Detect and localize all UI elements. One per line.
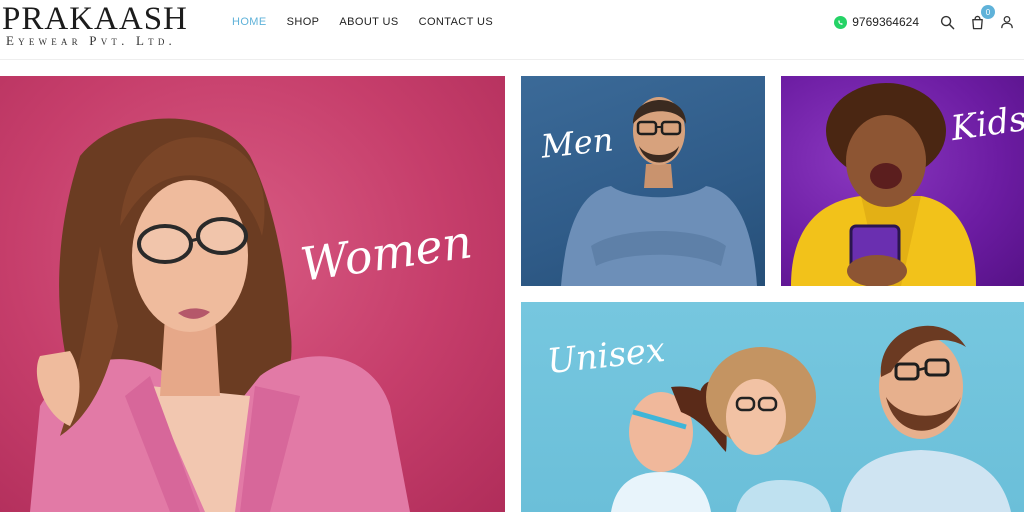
brand-name: PRAKAASH bbox=[2, 1, 188, 37]
category-tile-men[interactable]: Men bbox=[521, 76, 765, 286]
user-icon[interactable] bbox=[998, 13, 1016, 31]
whatsapp-icon bbox=[834, 15, 848, 29]
category-tile-kids[interactable]: Kids bbox=[781, 76, 1024, 286]
cart-icon[interactable]: 0 bbox=[968, 5, 995, 31]
category-tile-unisex[interactable]: Unisex bbox=[521, 302, 1024, 512]
main-nav: HOME SHOP ABOUT US CONTACT US bbox=[232, 14, 493, 30]
cart-count-badge: 0 bbox=[981, 5, 995, 19]
brand-logo[interactable]: PRAKAASH Eyewear Pvt. Ltd. bbox=[2, 2, 207, 50]
whatsapp-contact[interactable]: 9769364624 bbox=[834, 15, 919, 29]
header-actions: 9769364624 0 bbox=[834, 5, 1016, 31]
women-model-image bbox=[30, 118, 410, 512]
site-header: PRAKAASH Eyewear Pvt. Ltd. HOME SHOP ABO… bbox=[0, 0, 1024, 60]
nav-contact-us[interactable]: CONTACT US bbox=[419, 14, 494, 30]
men-model-image bbox=[561, 97, 757, 286]
phone-number: 9769364624 bbox=[852, 15, 919, 29]
nav-shop[interactable]: SHOP bbox=[287, 14, 320, 30]
nav-about-us[interactable]: ABOUT US bbox=[339, 14, 398, 30]
search-icon[interactable] bbox=[938, 13, 956, 31]
category-label-men: Men bbox=[539, 120, 616, 166]
nav-home[interactable]: HOME bbox=[232, 14, 267, 30]
category-tile-women[interactable]: Women bbox=[0, 76, 505, 512]
unisex-model-image bbox=[611, 325, 1011, 512]
